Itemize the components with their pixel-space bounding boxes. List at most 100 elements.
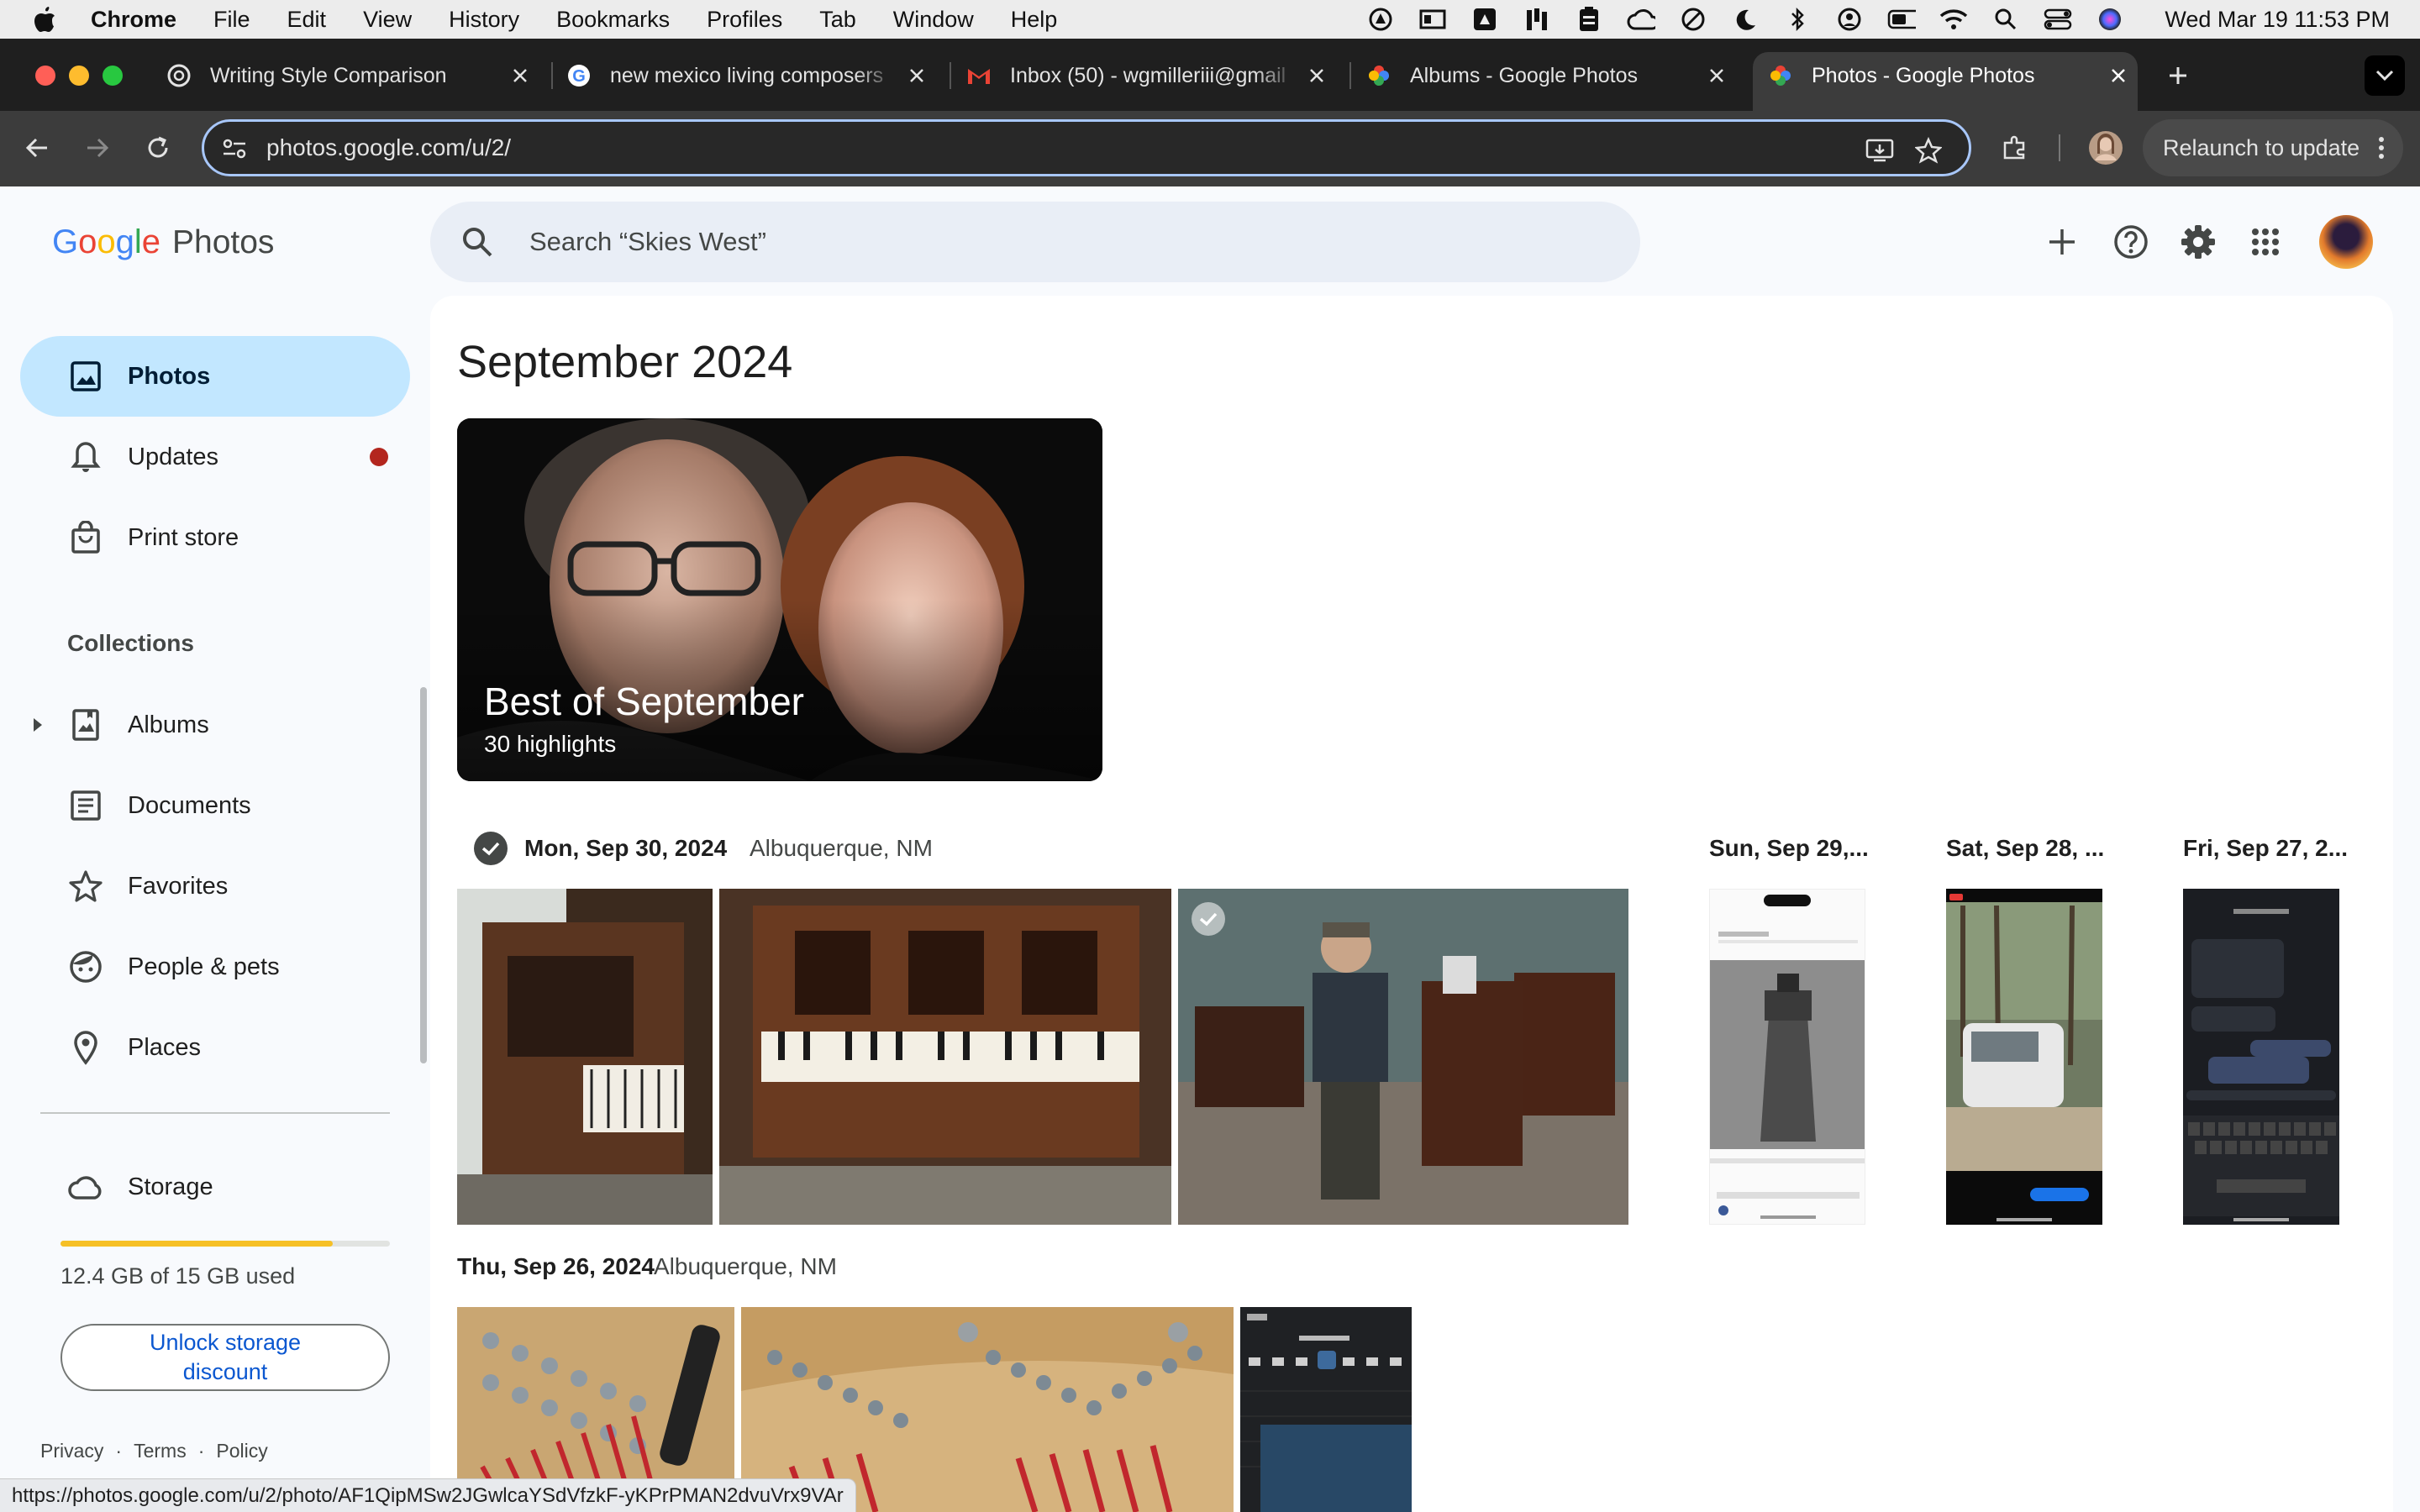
window-minimize-button[interactable] [69, 66, 89, 86]
apple-icon[interactable] [30, 3, 60, 36]
profile-avatar-icon[interactable] [2086, 128, 2126, 168]
day-location-sep-30[interactable]: Albuquerque, NM [750, 835, 933, 862]
google-photos-logo[interactable]: Google Photos [52, 223, 274, 261]
menu-help[interactable]: Help [1011, 7, 1058, 33]
apps-grid-icon[interactable] [2245, 222, 2286, 262]
menu-tab[interactable]: Tab [819, 7, 856, 33]
policy-link[interactable]: Policy [216, 1440, 267, 1462]
create-plus-icon[interactable] [2042, 222, 2082, 262]
help-icon[interactable] [2111, 222, 2151, 262]
tab-writing-style[interactable]: Writing Style Comparison [166, 54, 533, 97]
photo-thumbnail[interactable] [1709, 889, 1865, 1225]
url-text: photos.google.com/u/2/ [266, 134, 512, 160]
clipboard-icon[interactable] [1575, 5, 1603, 34]
tab-new-mexico-composers[interactable]: G new mexico living composers [566, 54, 929, 97]
install-app-icon[interactable] [1865, 135, 1895, 165]
cloud-sync-icon[interactable] [1627, 5, 1656, 34]
sidebar-item-places[interactable]: Places [20, 1007, 410, 1088]
search-icon[interactable] [459, 223, 496, 260]
close-icon[interactable] [2106, 63, 2131, 88]
search-bar[interactable]: Search “Skies West” [430, 202, 1640, 282]
photo-thumbnail[interactable] [719, 889, 1171, 1225]
settings-gear-icon[interactable] [2178, 222, 2218, 262]
menu-file[interactable]: File [213, 7, 250, 33]
star-icon [67, 868, 104, 905]
tab-search-chevron-icon[interactable] [2365, 55, 2405, 96]
photo-thumbnail[interactable] [1946, 889, 2102, 1225]
sidebar-item-updates[interactable]: Updates [20, 417, 410, 497]
site-info-icon[interactable] [221, 135, 248, 162]
close-icon[interactable] [508, 63, 533, 88]
siri-icon[interactable] [2096, 5, 2124, 34]
moon-icon[interactable] [1731, 5, 1760, 34]
bars-icon[interactable] [1523, 5, 1551, 34]
sidebar-item-photos[interactable]: Photos [20, 336, 410, 417]
battery-icon[interactable] [1887, 5, 1917, 34]
expand-triangle-icon[interactable] [32, 717, 44, 737]
relaunch-to-update-button[interactable]: Relaunch to update [2143, 119, 2403, 176]
close-icon[interactable] [904, 63, 929, 88]
photo-icon [67, 358, 104, 395]
photo-thumbnail[interactable] [1178, 889, 1628, 1225]
day-header-sep-29: Sun, Sep 29,... [1709, 835, 1869, 861]
back-arrow-icon[interactable] [17, 128, 57, 168]
unlock-storage-discount-button[interactable]: Unlock storage discount [60, 1324, 390, 1391]
sidebar-item-people-pets[interactable]: People & pets [20, 927, 410, 1007]
select-day-checkmark-icon[interactable] [474, 832, 508, 865]
sidebar-item-label: Places [128, 1033, 202, 1061]
menu-window[interactable]: Window [893, 7, 974, 33]
drive-icon[interactable] [1470, 5, 1499, 34]
bluetooth-icon[interactable] [1783, 5, 1812, 34]
spotlight-search-icon[interactable] [1991, 5, 2020, 34]
extensions-puzzle-icon[interactable] [1995, 128, 2035, 168]
sidebar-scrollbar[interactable] [420, 687, 427, 1063]
select-checkmark-icon[interactable] [1192, 902, 1225, 936]
sidebar-item-print-store[interactable]: Print store [20, 497, 410, 578]
reader-icon[interactable] [1418, 5, 1447, 34]
terms-link[interactable]: Terms [134, 1440, 187, 1462]
menu-bookmarks[interactable]: Bookmarks [556, 7, 670, 33]
storage-progress-bar [60, 1241, 390, 1247]
do-not-disturb-circle-icon[interactable] [1679, 5, 1707, 34]
user-account-icon[interactable] [1835, 5, 1864, 34]
tab-albums-google-photos[interactable]: Albums - Google Photos [1366, 54, 1729, 97]
window-close-button[interactable] [35, 66, 55, 86]
tab-photos-google-photos-active[interactable]: Photos - Google Photos [1768, 54, 2131, 97]
highlight-card[interactable]: Best of September 30 highlights [457, 418, 1102, 781]
photo-thumbnail[interactable] [2183, 889, 2339, 1225]
menu-bar-clock[interactable]: Wed Mar 19 11:53 PM [2165, 7, 2390, 33]
bell-icon [67, 438, 104, 475]
reload-icon[interactable] [138, 128, 178, 168]
address-bar[interactable]: photos.google.com/u/2/ [202, 119, 1971, 176]
sidebar-item-documents[interactable]: Documents [20, 765, 410, 846]
day-location-sep-26[interactable]: Albuquerque, NM [654, 1253, 837, 1280]
account-avatar[interactable] [2319, 215, 2373, 269]
menu-history[interactable]: History [449, 7, 519, 33]
sidebar-item-albums[interactable]: Albums [20, 685, 410, 765]
tab-gmail-inbox[interactable]: Inbox (50) - wgmilleriii@gmail [966, 54, 1329, 97]
window-zoom-button[interactable] [103, 66, 123, 86]
menu-app-name[interactable]: Chrome [91, 7, 176, 33]
bookmark-star-icon[interactable] [1913, 135, 1944, 165]
privacy-link[interactable]: Privacy [40, 1440, 103, 1462]
control-center-icon[interactable] [2044, 5, 2072, 34]
toolbar-separator [2059, 134, 2060, 161]
sidebar-item-storage[interactable]: Storage [20, 1147, 410, 1227]
close-icon[interactable] [1304, 63, 1329, 88]
photo-thumbnail[interactable] [1240, 1307, 1412, 1512]
tab-separator [551, 62, 553, 89]
forward-arrow-icon[interactable] [77, 128, 118, 168]
close-icon[interactable] [1704, 63, 1729, 88]
menu-view[interactable]: View [363, 7, 412, 33]
gmail-icon [966, 63, 992, 88]
new-tab-plus-icon[interactable] [2158, 55, 2198, 96]
sidebar-item-favorites[interactable]: Favorites [20, 846, 410, 927]
sidebar-item-label: Print store [128, 523, 239, 551]
photo-thumbnail[interactable] [457, 889, 713, 1225]
more-vert-icon[interactable] [2378, 136, 2385, 165]
menu-edit[interactable]: Edit [287, 7, 327, 33]
shopping-bag-icon [67, 519, 104, 556]
status-app-icon[interactable] [1366, 5, 1395, 34]
menu-profiles[interactable]: Profiles [707, 7, 782, 33]
wifi-icon[interactable] [1939, 5, 1968, 34]
